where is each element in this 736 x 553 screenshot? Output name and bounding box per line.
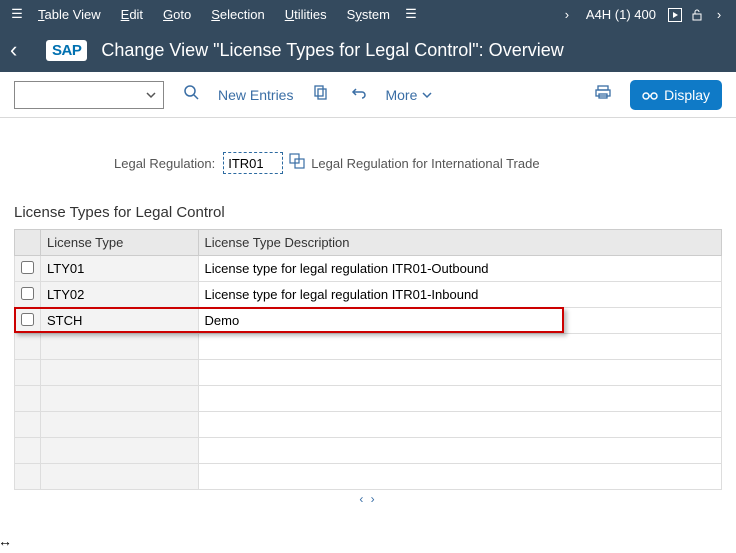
chevron-right-icon-2[interactable]: ›	[708, 7, 730, 22]
back-button[interactable]: ‹	[10, 37, 40, 63]
menu-utilities[interactable]: Utilities	[275, 7, 337, 22]
toolbar: New Entries More Display	[0, 72, 736, 118]
table-row[interactable]: STCH Demo	[15, 308, 722, 334]
table-row-empty	[15, 412, 722, 438]
sap-logo: SAP	[46, 40, 87, 61]
unlock-icon[interactable]	[686, 6, 708, 22]
cell-desc: License type for legal regulation ITR01-…	[198, 282, 721, 308]
menu-system[interactable]: System	[337, 7, 400, 22]
menu-selection[interactable]: Selection	[201, 7, 274, 22]
cell-code: LTY01	[41, 256, 199, 282]
display-button[interactable]: Display	[630, 80, 722, 110]
print-icon[interactable]	[592, 84, 614, 105]
undo-icon[interactable]	[347, 84, 369, 105]
legal-regulation-desc: Legal Regulation for International Trade	[311, 156, 539, 171]
table-row-empty	[15, 386, 722, 412]
cell-code: STCH	[41, 308, 199, 334]
system-info: A4H (1) 400	[578, 7, 664, 22]
license-types-table: License Type License Type Description LT…	[14, 229, 722, 490]
table-row-empty	[15, 464, 722, 490]
table-row[interactable]: LTY02 License type for legal regulation …	[15, 282, 722, 308]
row-checkbox[interactable]	[21, 261, 34, 274]
table-row-empty	[15, 438, 722, 464]
table-row[interactable]: LTY01 License type for legal regulation …	[15, 256, 722, 282]
cell-desc: License type for legal regulation ITR01-…	[198, 256, 721, 282]
glasses-icon	[642, 88, 658, 102]
row-checkbox[interactable]	[21, 313, 34, 326]
resize-handle[interactable]: ↔	[0, 533, 12, 549]
content-area: Legal Regulation: Legal Regulation for I…	[0, 118, 736, 553]
page-title: Change View "License Types for Legal Con…	[101, 40, 563, 61]
legal-regulation-row: Legal Regulation: Legal Regulation for I…	[114, 152, 722, 174]
section-title: License Types for Legal Control	[14, 204, 722, 221]
col-license-desc[interactable]: License Type Description	[198, 230, 721, 256]
menu-bar: ☰ Table View Edit Goto Selection Utiliti…	[0, 0, 736, 28]
search-icon[interactable]	[180, 84, 202, 105]
title-bar: ‹ SAP Change View "License Types for Leg…	[0, 28, 736, 72]
new-entries-button[interactable]: New Entries	[218, 87, 293, 103]
col-license-type[interactable]: License Type	[41, 230, 199, 256]
cell-desc: Demo	[198, 308, 721, 334]
more-label: More	[385, 87, 417, 103]
play-icon[interactable]	[664, 6, 686, 22]
display-label: Display	[664, 87, 710, 103]
col-select[interactable]	[15, 230, 41, 256]
more-dropdown[interactable]: More	[385, 87, 433, 103]
menu-goto[interactable]: Goto	[153, 7, 201, 22]
row-checkbox[interactable]	[21, 287, 34, 300]
menu-edit[interactable]: Edit	[111, 7, 153, 22]
chevron-right-icon[interactable]: ›	[556, 7, 578, 22]
variant-combo[interactable]	[14, 81, 164, 109]
horizontal-scroll-handle[interactable]: ‹ ›	[14, 490, 722, 506]
legal-regulation-label: Legal Regulation:	[114, 156, 215, 171]
table-row-empty	[15, 360, 722, 386]
grid-wrap: License Type License Type Description LT…	[14, 229, 722, 506]
copy-icon[interactable]	[309, 84, 331, 105]
menu-more-icon[interactable]: ☰	[400, 6, 422, 22]
legal-regulation-input[interactable]	[223, 152, 283, 174]
hamburger-icon[interactable]: ☰	[6, 6, 28, 22]
value-help-icon[interactable]	[289, 153, 305, 173]
cell-code: LTY02	[41, 282, 199, 308]
menu-table-view[interactable]: Table View	[28, 7, 111, 22]
table-row-empty	[15, 334, 722, 360]
